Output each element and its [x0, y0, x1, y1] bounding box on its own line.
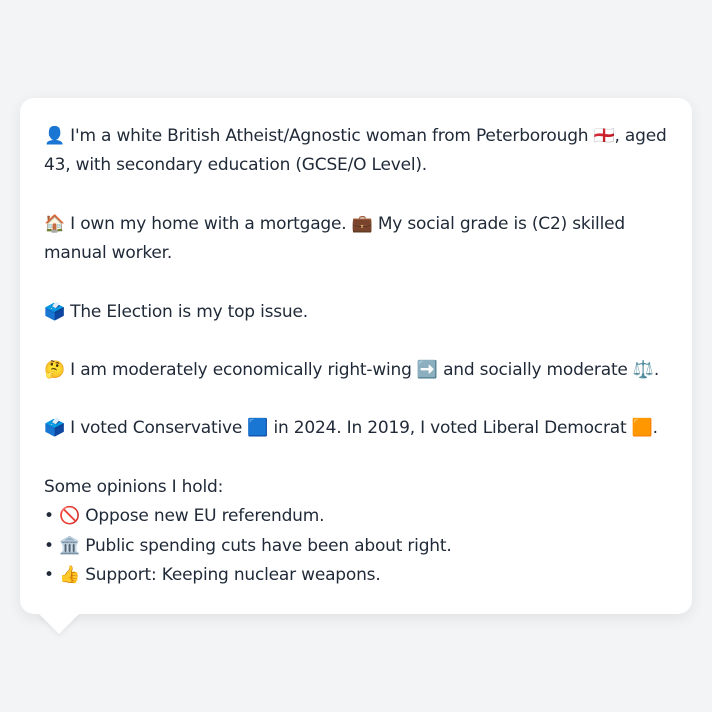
- ideology-paragraph: 🤔 I am moderately economically right-win…: [44, 360, 660, 381]
- opinions-heading: Some opinions I hold:: [44, 476, 224, 497]
- opinion-item: • 🏛️ Public spending cuts have been abou…: [44, 535, 452, 556]
- message-bubble-tail: [38, 613, 80, 634]
- identity-paragraph: 👤 I'm a white British Atheist/Agnostic w…: [44, 126, 667, 176]
- persona-description: 👤 I'm a white British Atheist/Agnostic w…: [44, 122, 668, 590]
- opinions-section: Some opinions I hold: • 🚫 Oppose new EU …: [44, 473, 668, 591]
- top-issue-paragraph: 🗳️ The Election is my top issue.: [44, 301, 308, 322]
- votes-paragraph: 🗳️ I voted Conservative 🟦 in 2024. In 20…: [44, 418, 658, 439]
- persona-message-bubble: 👤 I'm a white British Atheist/Agnostic w…: [20, 98, 692, 614]
- home-paragraph: 🏠 I own my home with a mortgage. 💼 My so…: [44, 213, 625, 264]
- opinion-item: • 👍 Support: Keeping nuclear weapons.: [44, 565, 381, 586]
- opinion-item: • 🚫 Oppose new EU referendum.: [44, 506, 325, 527]
